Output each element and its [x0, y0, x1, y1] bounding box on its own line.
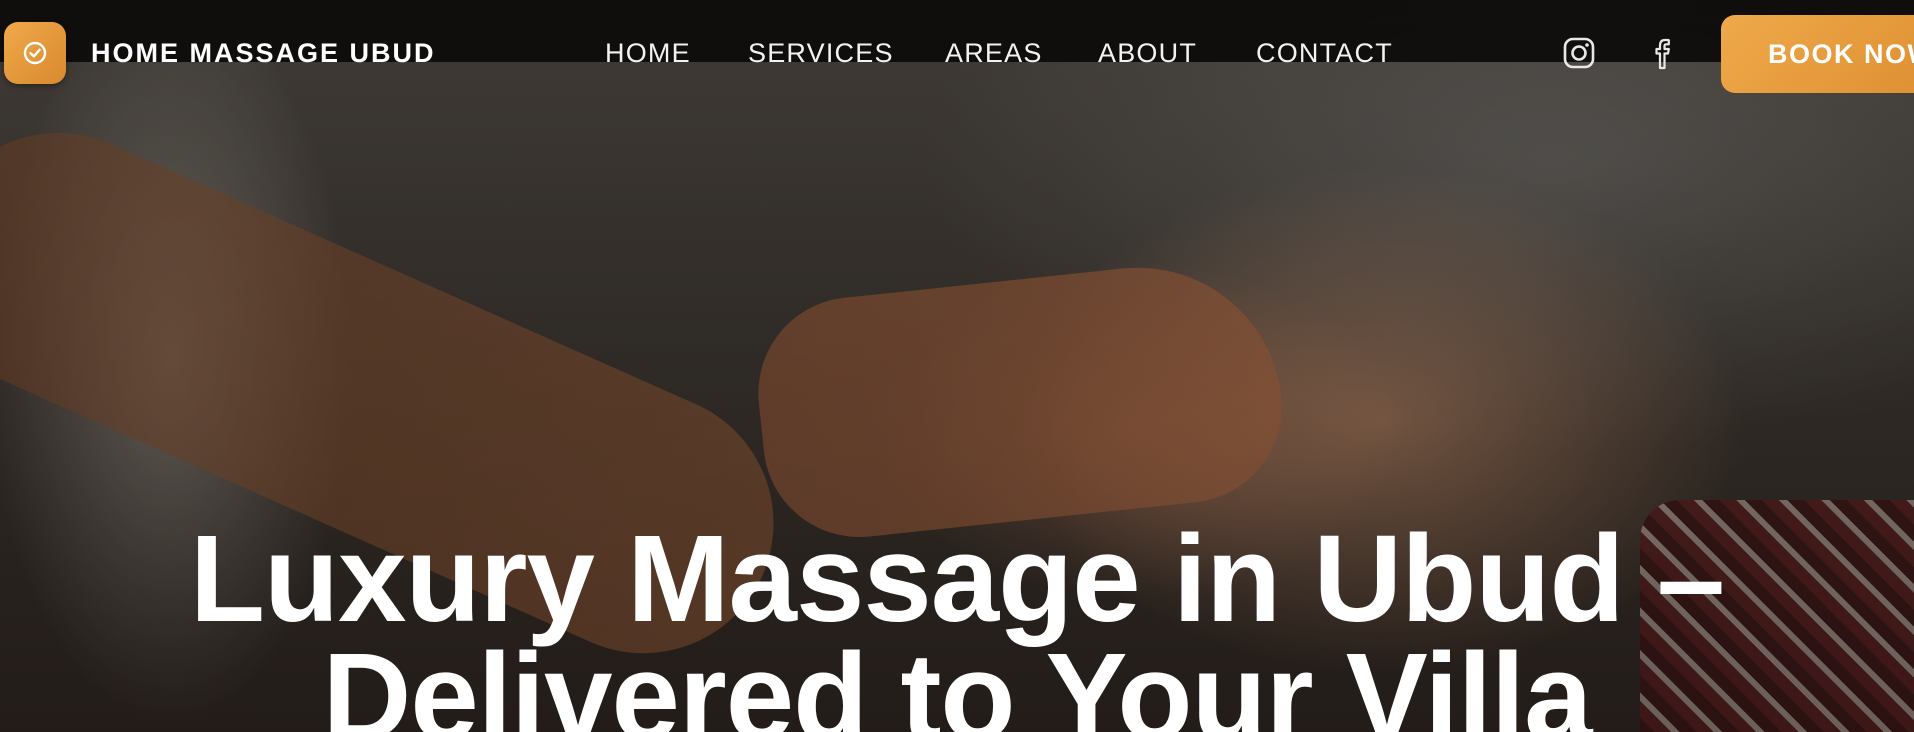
facebook-link[interactable]	[1645, 34, 1683, 72]
book-now-button[interactable]: BOOK NOW	[1721, 15, 1914, 93]
check-circle-icon	[23, 41, 47, 65]
nav-item-contact[interactable]: CONTACT	[1256, 36, 1393, 70]
hero-title-line-1: Luxury Massage in Ubud –	[189, 511, 1725, 648]
hero-title-line-2: Delivered to Your Villa	[322, 629, 1593, 732]
instagram-icon	[1563, 37, 1595, 69]
logo-badge[interactable]	[4, 22, 66, 84]
site-header: HOME MASSAGE UBUD HOME SERVICES AREAS AB…	[0, 0, 1914, 108]
nav-item-areas[interactable]: AREAS	[945, 36, 1043, 70]
nav-item-home[interactable]: HOME	[605, 36, 691, 70]
nav-item-services[interactable]: SERVICES	[748, 36, 894, 70]
page: HOME MASSAGE UBUD HOME SERVICES AREAS AB…	[0, 0, 1914, 732]
facebook-icon	[1655, 38, 1670, 70]
brand-name[interactable]: HOME MASSAGE UBUD	[91, 36, 436, 70]
instagram-link[interactable]	[1560, 34, 1598, 72]
hero-title: Luxury Massage in Ubud – Delivered to Yo…	[0, 511, 1914, 732]
nav-item-about[interactable]: ABOUT	[1098, 36, 1197, 70]
